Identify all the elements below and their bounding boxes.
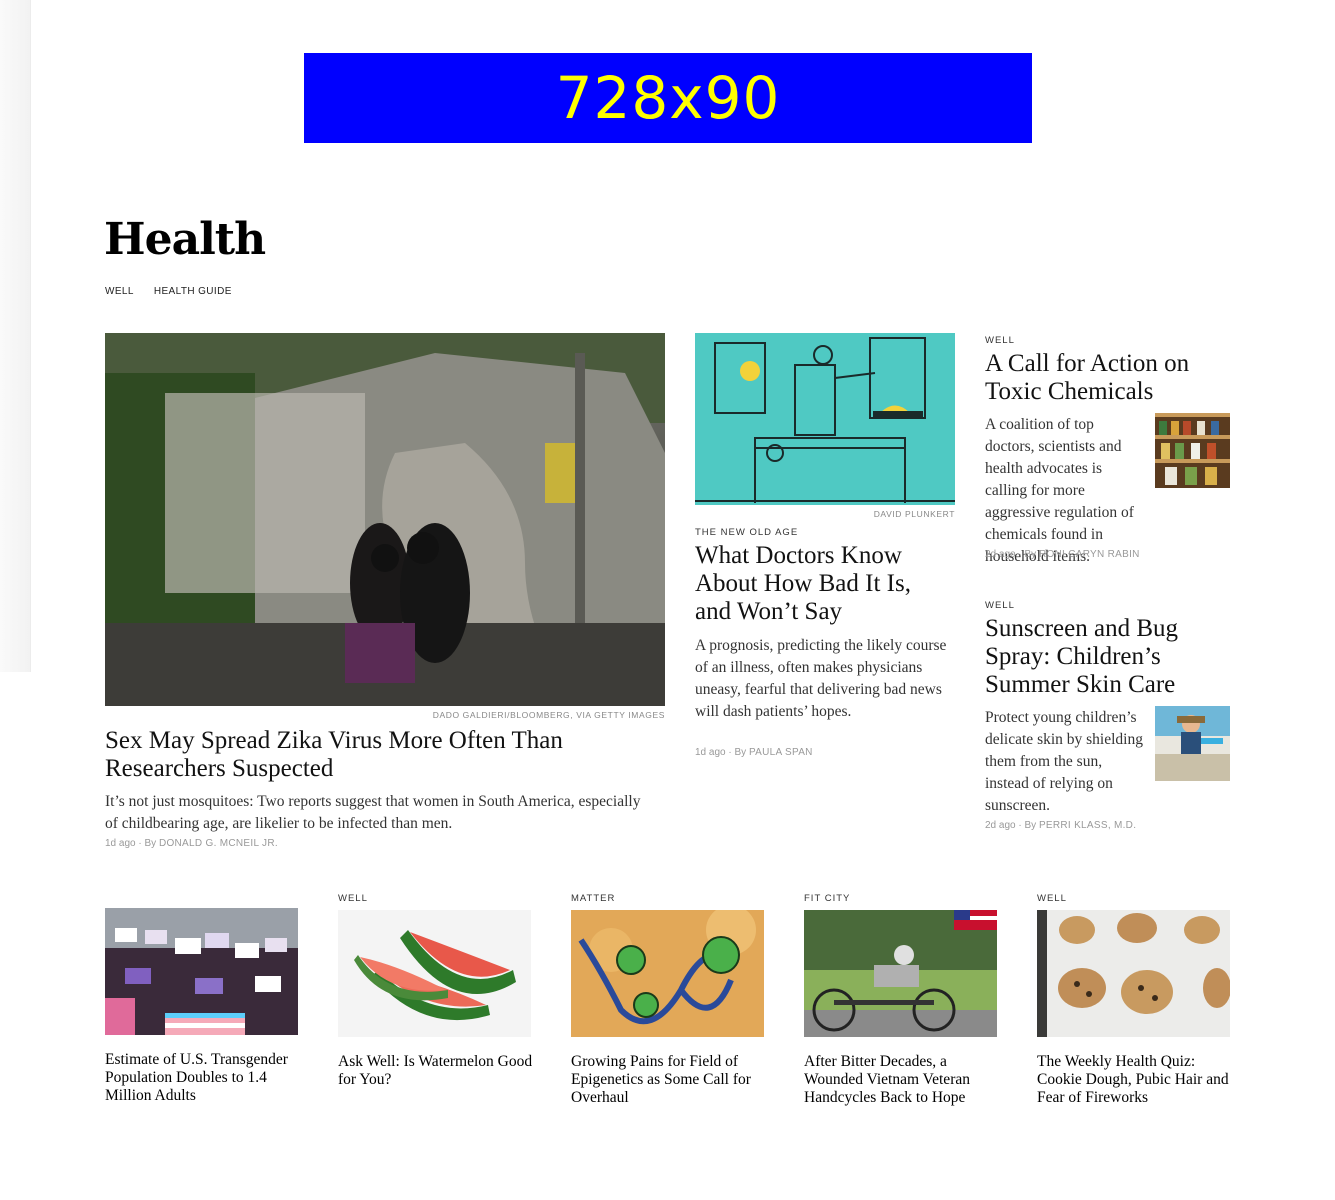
ad-banner[interactable]: 728x90 bbox=[304, 53, 1032, 143]
right-story-1-timestamp: 2d ago bbox=[985, 549, 1016, 560]
bottom-story-4-headline[interactable]: After Bitter Decades, a Wounded Vietnam … bbox=[804, 1053, 999, 1107]
bottom-story-2-kicker[interactable]: WELL bbox=[338, 893, 368, 904]
lead-timestamp: 1d ago bbox=[105, 838, 136, 849]
bottom-story-5-headline[interactable]: The Weekly Health Quiz: Cookie Dough, Pu… bbox=[1037, 1053, 1232, 1107]
bottom-story-3-kicker[interactable]: MATTER bbox=[571, 893, 615, 904]
lead-byline: 1d ago · By DONALD G. McNEIL Jr. bbox=[105, 838, 278, 849]
right-story-1-by: By bbox=[1024, 549, 1037, 560]
lead-by: By bbox=[144, 838, 157, 849]
lead-summary: It’s not just mosquitoes: Two reports su… bbox=[105, 793, 641, 832]
bottom-story-4-image[interactable] bbox=[804, 910, 997, 1037]
bottom-story-1-image[interactable] bbox=[105, 908, 298, 1035]
right-story-2-by: By bbox=[1024, 820, 1037, 831]
right-story-2-summary: Protect young children’s delicate skin b… bbox=[985, 709, 1143, 814]
bottom-story-5-kicker[interactable]: WELL bbox=[1037, 893, 1067, 904]
section-subnav: WELL HEALTH GUIDE bbox=[105, 286, 232, 297]
lead-image-credit: DADO GALDIERI/BLOOMBERG, VIA GETTY IMAGE… bbox=[432, 710, 665, 720]
right-story-2-author[interactable]: PERRI KLASS, M.D. bbox=[1039, 820, 1136, 831]
subnav-link-well[interactable]: WELL bbox=[105, 286, 134, 297]
bottom-story-5-image[interactable] bbox=[1037, 910, 1230, 1037]
bottom-story-3-headline[interactable]: Growing Pains for Field of Epigenetics a… bbox=[571, 1053, 766, 1107]
right-story-2-thumbnail[interactable] bbox=[1155, 706, 1230, 781]
middle-kicker[interactable]: THE NEW OLD AGE bbox=[695, 527, 798, 538]
lead-author[interactable]: DONALD G. McNEIL Jr. bbox=[159, 838, 278, 849]
ad-label: 728x90 bbox=[555, 64, 781, 132]
right-story-1-summary: A coalition of top doctors, scientists a… bbox=[985, 414, 1145, 568]
bottom-story-1-headline[interactable]: Estimate of U.S. Transgender Population … bbox=[105, 1051, 300, 1105]
lead-headline[interactable]: Sex May Spread Zika Virus More Often Tha… bbox=[105, 727, 645, 783]
right-story-2-kicker[interactable]: WELL bbox=[985, 600, 1015, 611]
right-story-1-kicker[interactable]: WELL bbox=[985, 335, 1015, 346]
right-story-1-byline: 2d ago · By RONI CARYN RABIN bbox=[985, 549, 1140, 560]
middle-illustration[interactable] bbox=[695, 333, 955, 505]
right-story-2-timestamp: 2d ago bbox=[985, 820, 1016, 831]
right-story-2-headline[interactable]: Sunscreen and Bug Spray: Children’s Summ… bbox=[985, 615, 1225, 699]
section-title: Health bbox=[104, 214, 266, 265]
subnav-link-health-guide[interactable]: HEALTH GUIDE bbox=[154, 286, 232, 297]
right-story-2-byline: 2d ago · By PERRI KLASS, M.D. bbox=[985, 820, 1137, 831]
middle-image-credit: DAVID PLUNKERT bbox=[873, 509, 955, 519]
lead-image[interactable] bbox=[105, 333, 665, 706]
middle-summary: A prognosis, predicting the likely cours… bbox=[695, 637, 947, 720]
middle-by: By bbox=[734, 747, 747, 758]
middle-byline: 1d ago · By PAULA SPAN bbox=[695, 747, 813, 758]
bottom-story-2-headline[interactable]: Ask Well: Is Watermelon Good for You? bbox=[338, 1053, 533, 1089]
bottom-story-3-image[interactable] bbox=[571, 910, 764, 1037]
middle-headline[interactable]: What Doctors Know About How Bad It Is, a… bbox=[695, 542, 945, 626]
middle-author[interactable]: PAULA SPAN bbox=[749, 747, 813, 758]
right-story-1-author[interactable]: RONI CARYN RABIN bbox=[1039, 549, 1140, 560]
bottom-story-4-kicker[interactable]: FIT CITY bbox=[804, 893, 850, 904]
right-story-1-summary-text: A coalition of top doctors, scientists a… bbox=[985, 416, 1134, 565]
middle-timestamp: 1d ago bbox=[695, 747, 726, 758]
bottom-story-2-image[interactable] bbox=[338, 910, 531, 1037]
right-story-1-thumbnail[interactable] bbox=[1155, 413, 1230, 488]
right-story-1-headline[interactable]: A Call for Action on Toxic Chemicals bbox=[985, 350, 1225, 406]
left-edge-shadow bbox=[0, 0, 31, 672]
